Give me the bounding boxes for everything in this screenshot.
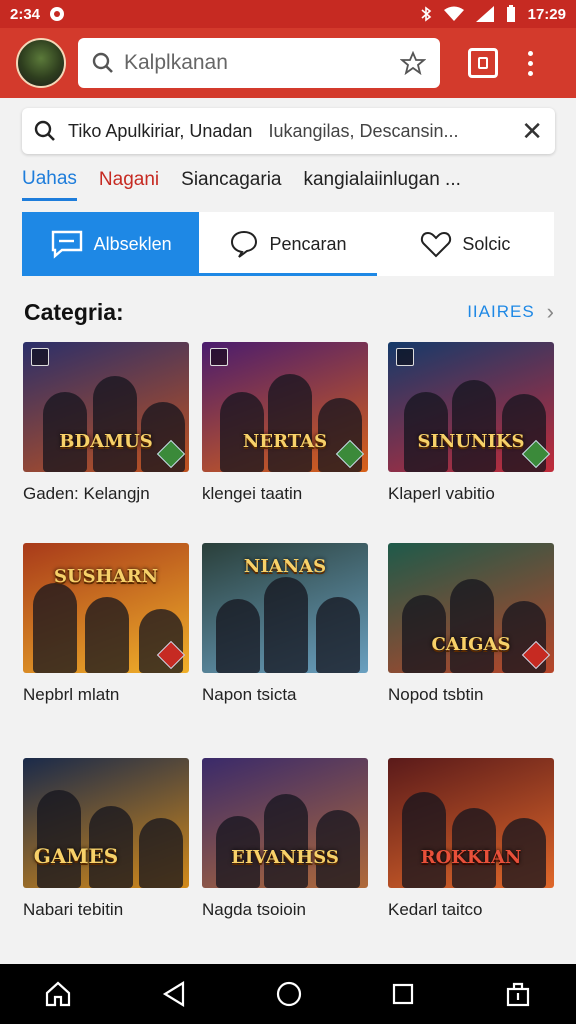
game-title[interactable]: Nabari tebitin bbox=[23, 900, 189, 920]
home-icon[interactable] bbox=[44, 980, 72, 1008]
character-figure bbox=[37, 790, 81, 888]
game-logo: GAMES bbox=[33, 844, 119, 868]
more-vert-icon[interactable] bbox=[528, 50, 533, 76]
game-title[interactable]: Kedarl taitco bbox=[388, 900, 554, 920]
home-circle-icon[interactable] bbox=[275, 980, 303, 1008]
character-figure bbox=[268, 374, 312, 472]
game-title[interactable]: Gaden: Kelangjn bbox=[23, 484, 189, 504]
status-time: 2:34 bbox=[10, 5, 41, 23]
character-figure bbox=[33, 583, 77, 673]
segment-label: Pencaran bbox=[269, 233, 347, 254]
search-icon bbox=[92, 52, 113, 73]
app-badge-icon bbox=[396, 348, 414, 366]
game-logo: NIANAS bbox=[243, 556, 327, 577]
recents-icon[interactable] bbox=[391, 982, 415, 1006]
game-thumbnail[interactable]: CAIGAS bbox=[388, 543, 554, 673]
header-search-placeholder: Kalplkanan bbox=[124, 51, 228, 74]
segment-solcic[interactable]: Solcic bbox=[377, 212, 554, 276]
section-title: Categria: bbox=[24, 298, 124, 325]
avatar[interactable] bbox=[16, 38, 66, 88]
game-title[interactable]: Nopod tsbtin bbox=[388, 685, 554, 705]
app-bar: Kalplkanan bbox=[0, 28, 576, 98]
back-icon[interactable] bbox=[161, 980, 187, 1008]
character-figure bbox=[216, 599, 260, 673]
chat-icon bbox=[51, 230, 82, 259]
signal-icon bbox=[475, 6, 494, 22]
bluetooth-icon bbox=[421, 6, 431, 22]
header-search-field[interactable]: Kalplkanan bbox=[78, 38, 440, 88]
status-bar: 2:34 17:29 bbox=[0, 0, 576, 28]
game-logo: ROKKIAN bbox=[420, 847, 522, 868]
character-figure bbox=[452, 380, 496, 472]
status-clock: 17:29 bbox=[527, 5, 566, 23]
segment-label: Albseklen bbox=[93, 233, 172, 254]
game-thumbnail[interactable]: BDAMUS bbox=[23, 342, 189, 472]
segment-albseklen[interactable]: Albseklen bbox=[22, 212, 200, 276]
chevron-right-icon[interactable]: › bbox=[547, 299, 554, 325]
battery-icon bbox=[506, 5, 515, 22]
tab-uahas[interactable]: Uahas bbox=[22, 168, 77, 201]
search-suggestion[interactable]: Iukangilas, Descansin... bbox=[268, 121, 513, 142]
game-logo: EIVANHSS bbox=[231, 847, 339, 868]
status-right: 17:29 bbox=[420, 5, 566, 23]
app-badge-icon bbox=[31, 348, 49, 366]
game-card[interactable]: ROKKIAN Kedarl taitco bbox=[388, 758, 554, 920]
section-header: Categria: IIAIRES › bbox=[24, 296, 554, 328]
game-card[interactable]: NIANAS Napon tsicta bbox=[202, 543, 368, 705]
game-thumbnail[interactable]: ROKKIAN bbox=[388, 758, 554, 888]
character-figure bbox=[93, 376, 137, 472]
tab-bar: Uahas Nagani Siancagaria kangialaiinluga… bbox=[22, 166, 562, 202]
character-figure bbox=[264, 577, 308, 673]
game-thumbnail[interactable]: NERTAS bbox=[202, 342, 368, 472]
game-card[interactable]: CAIGAS Nopod tsbtin bbox=[388, 543, 554, 705]
character-figure bbox=[316, 597, 360, 673]
search-query: Tiko Apulkiriar, Unadan bbox=[68, 120, 253, 141]
search-icon bbox=[34, 120, 55, 141]
character-figure bbox=[85, 597, 129, 673]
game-title[interactable]: Nagda tsoioin bbox=[202, 900, 368, 920]
game-thumbnail[interactable]: NIANAS bbox=[202, 543, 368, 673]
game-thumbnail[interactable]: GAMES bbox=[23, 758, 189, 888]
game-title[interactable]: Klaperl vabitio bbox=[388, 484, 554, 504]
box-icon[interactable] bbox=[468, 48, 498, 78]
game-title[interactable]: Nepbrl mlatn bbox=[23, 685, 189, 705]
game-card[interactable]: SUSHARN Nepbrl mlatn bbox=[23, 543, 189, 705]
game-thumbnail[interactable]: SUSHARN bbox=[23, 543, 189, 673]
game-thumbnail[interactable]: EIVANHSS bbox=[202, 758, 368, 888]
see-more-link[interactable]: IIAIRES bbox=[467, 302, 534, 322]
character-figure bbox=[450, 579, 494, 673]
tab-siancagaria[interactable]: Siancagaria bbox=[181, 169, 281, 199]
heart-icon bbox=[421, 231, 452, 258]
tab-kangialaiinlugan[interactable]: kangialaiinlugan ... bbox=[303, 169, 460, 199]
system-nav-bar bbox=[0, 964, 576, 1024]
game-card[interactable]: EIVANHSS Nagda tsoioin bbox=[202, 758, 368, 920]
search-bar[interactable]: Tiko Apulkiriar, Unadan Iukangilas, Desc… bbox=[22, 108, 555, 154]
app-badge-icon bbox=[210, 348, 228, 366]
bookmark-icon[interactable] bbox=[400, 51, 426, 75]
game-thumbnail[interactable]: SINUNIKS bbox=[388, 342, 554, 472]
game-title[interactable]: Napon tsicta bbox=[202, 685, 368, 705]
game-card[interactable]: NERTAS klengei taatin bbox=[202, 342, 368, 504]
character-figure bbox=[402, 792, 446, 888]
tab-nagani[interactable]: Nagani bbox=[99, 169, 159, 199]
segmented-control: Albseklen Pencaran Solcic bbox=[22, 212, 554, 276]
notification-icon bbox=[50, 7, 65, 21]
segment-label: Solcic bbox=[462, 233, 511, 254]
game-logo: SUSHARN bbox=[53, 566, 159, 587]
game-card[interactable]: SINUNIKS Klaperl vabitio bbox=[388, 342, 554, 504]
game-card[interactable]: BDAMUS Gaden: Kelangjn bbox=[23, 342, 189, 504]
character-figure bbox=[264, 794, 308, 888]
game-card[interactable]: GAMES Nabari tebitin bbox=[23, 758, 189, 920]
wifi-icon bbox=[443, 6, 464, 21]
segment-pencaran[interactable]: Pencaran bbox=[199, 212, 377, 276]
share-icon[interactable] bbox=[504, 980, 532, 1008]
comment-icon bbox=[231, 230, 258, 258]
game-title[interactable]: klengei taatin bbox=[202, 484, 368, 504]
clear-icon[interactable]: ✕ bbox=[521, 116, 543, 147]
